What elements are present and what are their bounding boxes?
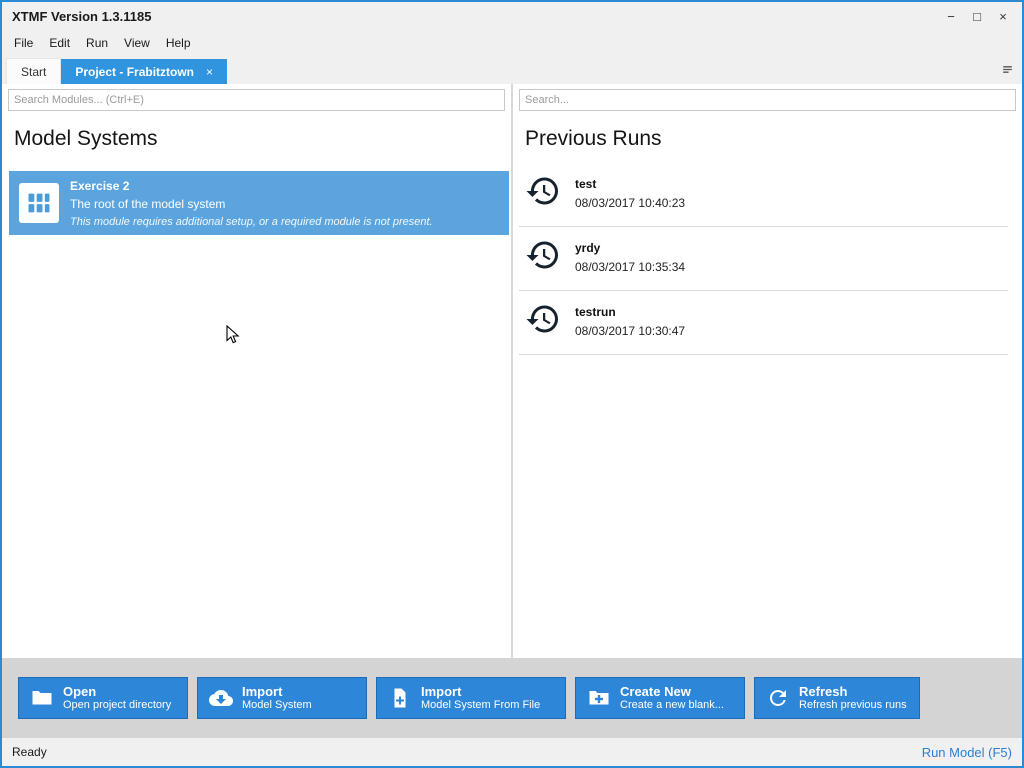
window-controls: − □ × <box>938 4 1022 28</box>
run-name: test <box>575 177 685 191</box>
previous-runs-title: Previous Runs <box>525 127 1022 151</box>
button-title: Open <box>63 684 171 700</box>
tab-project[interactable]: Project - Frabitztown × <box>61 59 227 84</box>
model-system-description: The root of the model system <box>70 197 433 211</box>
main-area: Model Systems Exer <box>2 84 1022 658</box>
run-item[interactable]: yrdy 08/03/2017 10:35:34 <box>519 227 1008 291</box>
app-window: XTMF Version 1.3.1185 − □ × File Edit Ru… <box>0 0 1024 768</box>
status-ready: Ready <box>12 745 47 759</box>
run-model-link[interactable]: Run Model (F5) <box>922 745 1012 760</box>
tab-start[interactable]: Start <box>6 58 61 84</box>
previous-runs-panel: Previous Runs test 08/03/2017 10:40:23 <box>513 84 1022 658</box>
model-systems-panel: Model Systems Exer <box>2 84 513 658</box>
refresh-icon <box>766 686 790 710</box>
menu-run[interactable]: Run <box>78 33 116 53</box>
button-text: Refresh Refresh previous runs <box>799 684 907 713</box>
import-from-file-button[interactable]: Import Model System From File <box>376 677 566 719</box>
history-icon <box>525 301 561 342</box>
model-system-warning: This module requires additional setup, o… <box>70 216 433 228</box>
button-text: Create New Create a new blank... <box>620 684 724 713</box>
run-timestamp: 08/03/2017 10:40:23 <box>575 196 685 210</box>
titlebar: XTMF Version 1.3.1185 − □ × <box>2 2 1022 30</box>
run-timestamp: 08/03/2017 10:30:47 <box>575 324 685 338</box>
open-project-button[interactable]: Open Open project directory <box>18 677 188 719</box>
button-text: Import Model System From File <box>421 684 540 713</box>
folder-icon <box>30 686 54 710</box>
button-subtitle: Refresh previous runs <box>799 699 907 712</box>
tab-overflow-icon[interactable] <box>1001 63 1014 81</box>
module-grid-icon <box>19 183 59 223</box>
menubar: File Edit Run View Help <box>2 30 1022 56</box>
statusbar: Ready Run Model (F5) <box>2 738 1022 766</box>
run-name: yrdy <box>575 241 685 255</box>
history-icon <box>525 237 561 278</box>
run-item[interactable]: test 08/03/2017 10:40:23 <box>519 163 1008 227</box>
model-system-item-text: Exercise 2 The root of the model system … <box>70 179 433 228</box>
run-text: testrun 08/03/2017 10:30:47 <box>575 305 685 338</box>
import-model-system-button[interactable]: Import Model System <box>197 677 367 719</box>
menu-view[interactable]: View <box>116 33 158 53</box>
refresh-runs-button[interactable]: Refresh Refresh previous runs <box>754 677 920 719</box>
model-system-name: Exercise 2 <box>70 179 433 193</box>
window-title: XTMF Version 1.3.1185 <box>12 9 151 24</box>
maximize-icon[interactable]: □ <box>964 4 990 28</box>
tab-close-icon[interactable]: × <box>206 66 213 78</box>
button-title: Refresh <box>799 684 907 700</box>
button-subtitle: Create a new blank... <box>620 699 724 712</box>
button-title: Import <box>421 684 540 700</box>
folder-plus-icon <box>587 686 611 710</box>
run-text: test 08/03/2017 10:40:23 <box>575 177 685 210</box>
bottom-toolbar: Open Open project directory Import Model… <box>2 658 1022 738</box>
run-item[interactable]: testrun 08/03/2017 10:30:47 <box>519 291 1008 355</box>
button-subtitle: Open project directory <box>63 699 171 712</box>
tabstrip: Start Project - Frabitztown × <box>2 56 1022 84</box>
close-icon[interactable]: × <box>990 4 1016 28</box>
minimize-icon[interactable]: − <box>938 4 964 28</box>
run-timestamp: 08/03/2017 10:35:34 <box>575 260 685 274</box>
button-subtitle: Model System <box>242 699 312 712</box>
runs-search-input[interactable] <box>519 89 1016 111</box>
model-systems-title: Model Systems <box>14 127 511 151</box>
create-new-button[interactable]: Create New Create a new blank... <box>575 677 745 719</box>
menu-help[interactable]: Help <box>158 33 199 53</box>
tab-start-label: Start <box>21 65 46 79</box>
button-title: Create New <box>620 684 724 700</box>
button-text: Open Open project directory <box>63 684 171 713</box>
run-text: yrdy 08/03/2017 10:35:34 <box>575 241 685 274</box>
module-search-input[interactable] <box>8 89 505 111</box>
file-plus-icon <box>388 686 412 710</box>
menu-file[interactable]: File <box>6 33 41 53</box>
tab-project-label: Project - Frabitztown <box>75 65 194 79</box>
cloud-download-icon <box>209 686 233 710</box>
runs-list: test 08/03/2017 10:40:23 yrdy 08/03/2017… <box>519 163 1008 355</box>
menu-edit[interactable]: Edit <box>41 33 78 53</box>
button-title: Import <box>242 684 312 700</box>
history-icon <box>525 173 561 214</box>
button-subtitle: Model System From File <box>421 699 540 712</box>
button-text: Import Model System <box>242 684 312 713</box>
run-name: testrun <box>575 305 685 319</box>
model-system-item-exercise2[interactable]: Exercise 2 The root of the model system … <box>9 171 509 235</box>
